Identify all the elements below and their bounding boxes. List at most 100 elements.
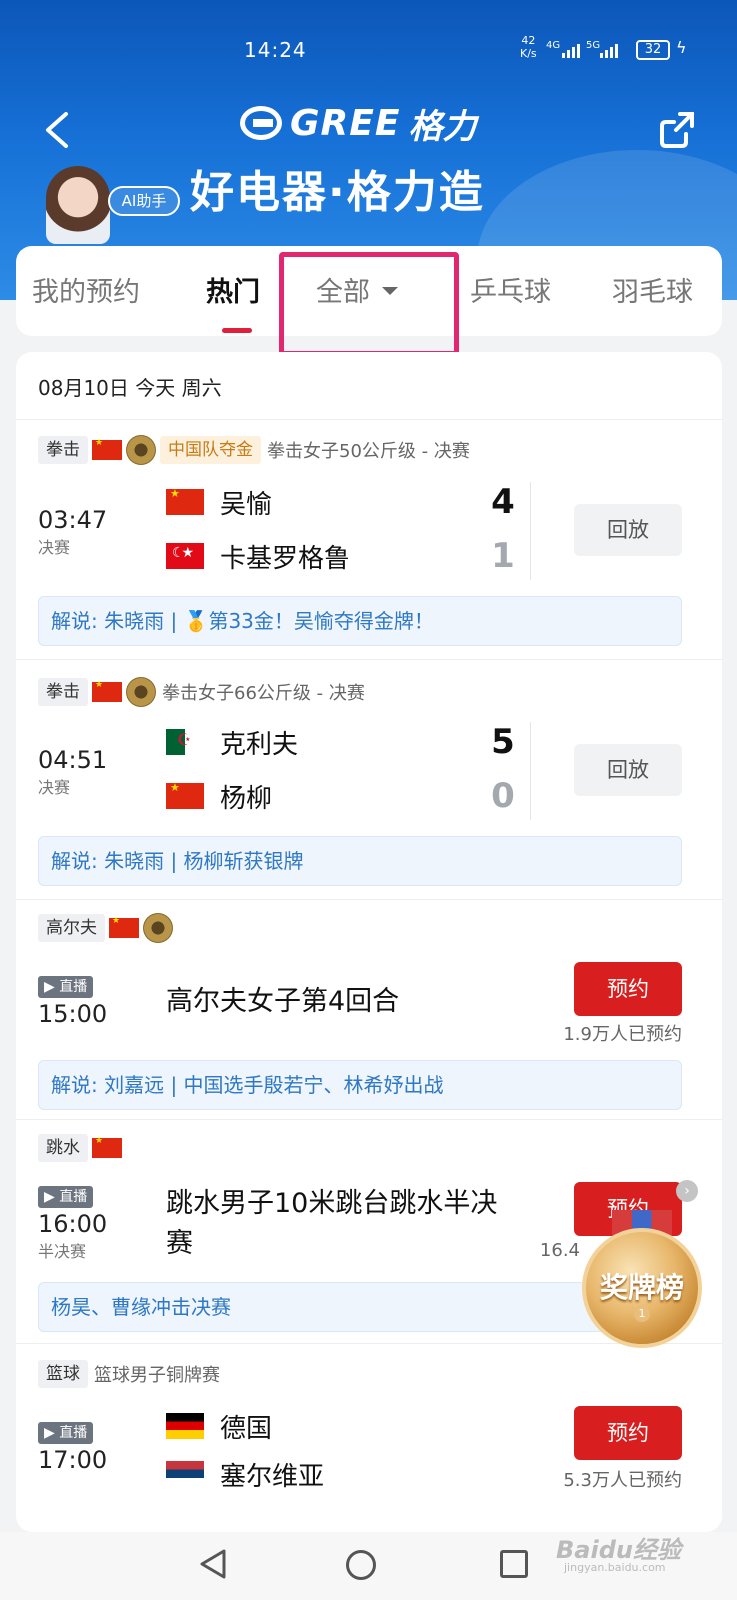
start-time: 15:00 — [38, 1000, 108, 1028]
watermark-url: jingyan.baidu.com — [564, 1561, 666, 1574]
battery-icon: 32 — [636, 40, 670, 60]
start-time: 17:00 — [38, 1446, 108, 1474]
match-title: 高尔夫女子第4回合 — [166, 986, 400, 1017]
match-card[interactable]: 篮球 篮球男子铜牌赛 ▶ 直播 17:00 德国 塞尔维亚 预约 5.3万人已预… — [16, 1344, 722, 1532]
booked-count: 16.4 — [539, 1240, 580, 1261]
live-badge: ▶ 直播 — [38, 1186, 94, 1208]
match-tags: 跳水 — [38, 1134, 122, 1162]
gold-tag: 中国队夺金 — [160, 436, 261, 464]
serbia-flag-icon — [166, 1461, 204, 1487]
match-card[interactable]: 拳击 拳击女子66公斤级 - 决赛 04:51 决赛 克利夫 5 杨柳 0 回放… — [16, 660, 722, 900]
sport-tag: 篮球 — [38, 1360, 88, 1388]
tab-hot[interactable]: 热门 — [206, 270, 260, 309]
team-score: 4 — [491, 482, 515, 522]
team-row: 卡基罗格鲁 — [166, 538, 350, 574]
commentary-bar[interactable]: 解说: 朱晓雨 | 杨柳斩获银牌 — [38, 836, 682, 886]
match-time: 03:47 决赛 — [38, 504, 107, 558]
match-title: 跳水男子10米跳台跳水半决 赛 — [166, 1184, 497, 1264]
replay-button[interactable]: 回放 — [574, 744, 682, 796]
commentary-bar[interactable]: 解说: 朱晓雨 | 🥇第33金！吴愉夺得金牌！ — [38, 596, 682, 646]
brand-logo-text: GREE — [290, 102, 401, 144]
tab-table-tennis[interactable]: 乒乓球 — [470, 270, 551, 309]
team-name: 克利夫 — [220, 729, 299, 760]
match-tags: 高尔夫 — [38, 913, 173, 943]
match-card[interactable]: 高尔夫 ▶ 直播 15:00 高尔夫女子第4回合 预约 1.9万人已预约 解说:… — [16, 900, 722, 1120]
china-flag-icon — [92, 680, 122, 702]
charging-icon: ϟ — [676, 38, 687, 57]
replay-button[interactable]: 回放 — [574, 504, 682, 556]
tab-badminton[interactable]: 羽毛球 — [612, 270, 693, 309]
sport-tag: 拳击 — [38, 436, 88, 464]
book-button[interactable]: 预约 — [574, 1406, 682, 1460]
event-name: 篮球男子铜牌赛 — [94, 1365, 220, 1386]
signal-4g-label: 4G — [546, 40, 561, 51]
signal-bars-icon — [600, 42, 618, 58]
start-time: 16:00 — [38, 1210, 108, 1238]
ai-assistant-avatar[interactable] — [46, 166, 110, 244]
close-float-icon[interactable]: › — [676, 1180, 698, 1202]
match-tags: 拳击 拳击女子66公斤级 - 决赛 — [38, 677, 365, 707]
team-name: 杨柳 — [220, 783, 273, 814]
team-name: 卡基罗格鲁 — [220, 543, 351, 574]
algeria-flag-icon — [166, 729, 204, 755]
live-badge: ▶ 直播 — [38, 976, 94, 998]
gree-logo-mark-icon — [240, 106, 282, 140]
team-row: 杨柳 — [166, 778, 272, 814]
match-tags: 篮球 篮球男子铜牌赛 — [38, 1360, 220, 1388]
match-title-line: 跳水男子10米跳台跳水半决 — [166, 1188, 498, 1219]
medal-table-float-button[interactable]: 奖牌榜 1 — [578, 1210, 706, 1350]
nav-recent-apps-icon[interactable] — [500, 1550, 528, 1578]
turkey-flag-icon — [166, 543, 204, 569]
booked-count: 1.9万人已预约 — [563, 1024, 682, 1045]
net-speed-value: 42 — [521, 34, 536, 47]
nav-back-icon[interactable] — [198, 1548, 228, 1580]
signal-5g-label: 5G — [586, 40, 601, 51]
ai-assistant-button[interactable]: AI助手 — [108, 186, 180, 216]
status-bar: 14:24 42 K/s 4G 5G 32 ϟ — [0, 34, 737, 66]
sport-tag: 高尔夫 — [38, 914, 105, 942]
highlight-annotation — [279, 252, 459, 356]
divider — [530, 722, 531, 820]
date-header: 08月10日 今天 周六 — [16, 352, 722, 420]
book-button[interactable]: 预约 — [574, 962, 682, 1016]
live-badge: ▶ 直播 — [38, 1422, 94, 1444]
signal-bars-icon — [562, 42, 580, 58]
china-flag-icon — [166, 487, 204, 515]
start-time: 03:47 — [38, 506, 108, 534]
china-flag-icon — [92, 1136, 122, 1158]
china-flag-icon — [109, 916, 139, 938]
stage-label: 决赛 — [38, 778, 71, 797]
match-time: 04:51 决赛 — [38, 744, 107, 798]
commentary-bar[interactable]: 解说: 刘嘉远 | 中国选手殷若宁、林希妤出战 — [38, 1060, 682, 1110]
match-card[interactable]: 拳击 中国队夺金 拳击女子50公斤级 - 决赛 03:47 决赛 吴愉 4 卡基… — [16, 420, 722, 660]
brand-logo-cn: 格力 — [408, 106, 477, 147]
match-title-line: 赛 — [166, 1228, 193, 1259]
net-speed-unit: K/s — [520, 47, 537, 60]
team-row: 德国 — [166, 1408, 272, 1444]
team-name: 吴愉 — [220, 489, 273, 520]
start-time: 04:51 — [38, 746, 108, 774]
match-time: ▶ 直播 17:00 — [38, 1422, 107, 1474]
match-time: ▶ 直播 15:00 — [38, 976, 107, 1028]
stage-label: 半决赛 — [38, 1242, 87, 1261]
sport-tag: 跳水 — [38, 1134, 88, 1162]
active-tab-indicator — [222, 328, 252, 333]
medal-rank: 1 — [634, 1306, 650, 1322]
tab-my-bookings[interactable]: 我的预约 — [32, 270, 140, 309]
china-flag-icon — [166, 781, 204, 809]
baidu-watermark: Baidu经验 jingyan.baidu.com — [556, 1530, 681, 1574]
medal-table-label: 奖牌榜 — [599, 1271, 684, 1304]
team-score: 5 — [491, 722, 515, 762]
back-arrow-icon[interactable] — [38, 108, 78, 152]
network-speed: 42 K/s — [520, 34, 537, 60]
divider — [530, 482, 531, 580]
status-time: 14:24 — [244, 38, 307, 62]
event-name: 拳击女子66公斤级 - 决赛 — [162, 683, 365, 704]
team-score: 0 — [491, 776, 515, 816]
nav-home-icon[interactable] — [346, 1550, 376, 1580]
schedule-list: 08月10日 今天 周六 拳击 中国队夺金 拳击女子50公斤级 - 决赛 03:… — [16, 352, 722, 1532]
china-flag-icon — [92, 438, 122, 460]
medal-icon — [126, 435, 156, 465]
share-icon[interactable] — [656, 108, 700, 152]
event-name: 拳击女子50公斤级 - 决赛 — [267, 441, 470, 462]
